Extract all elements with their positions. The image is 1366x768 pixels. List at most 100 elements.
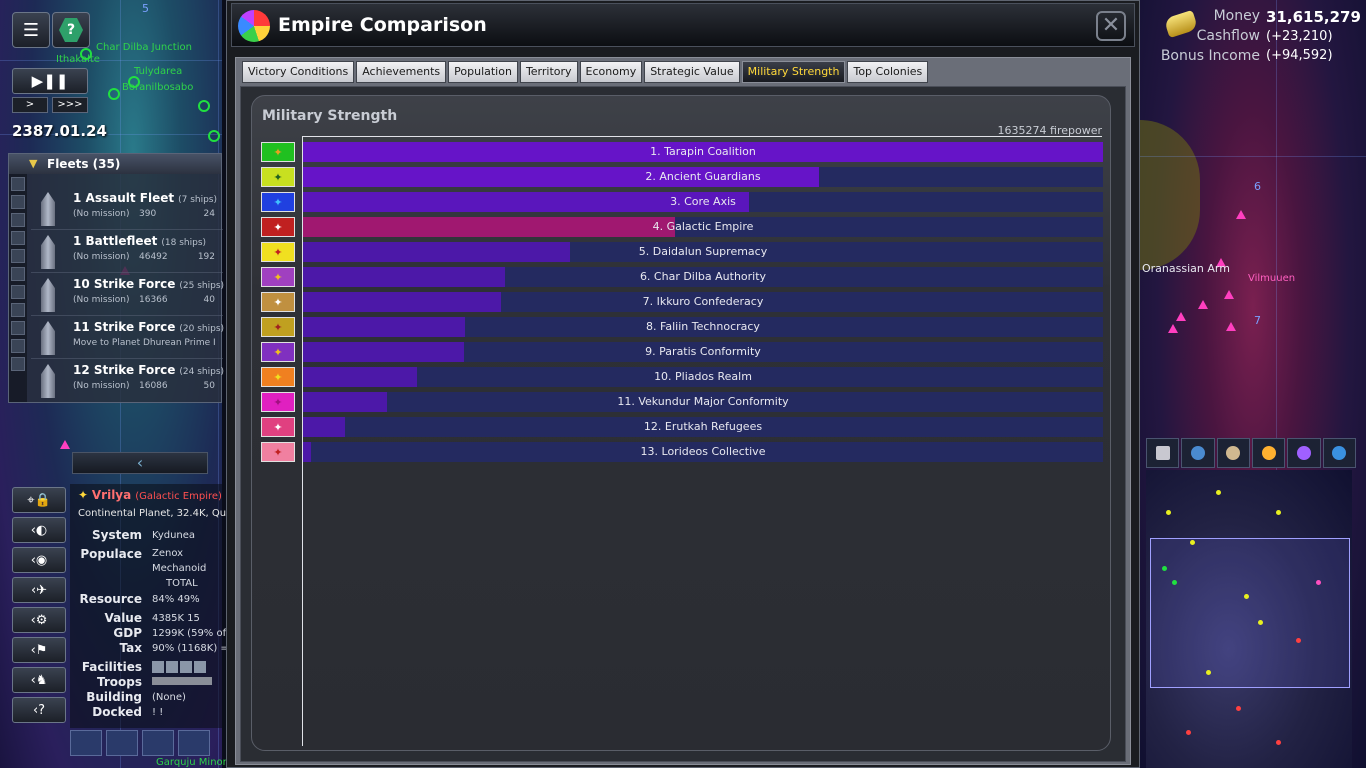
help-button[interactable]: ? [52, 12, 90, 48]
star-system-marker[interactable] [108, 88, 120, 100]
facility-icon[interactable] [194, 661, 206, 673]
minimap-viewport[interactable] [1150, 538, 1350, 688]
planet-empire[interactable]: (Galactic Empire) [135, 491, 222, 502]
galaxy-minimap[interactable] [1146, 470, 1352, 768]
fleet-list-item[interactable]: 12 Strike Force (24 ships) (No mission) 1… [31, 360, 224, 402]
settings-view-button[interactable]: ‹⚙ [12, 607, 66, 633]
help-view-button[interactable]: ‹? [12, 697, 66, 723]
enemy-fleet-marker[interactable] [1176, 312, 1186, 321]
facility-icon[interactable] [166, 661, 178, 673]
star-system-marker[interactable] [208, 130, 220, 142]
fleet-list-item[interactable]: 1 Assault Fleet (7 ships) (No mission) 39… [31, 188, 223, 230]
chart-row[interactable]: ✦ 10. Pliados Realm [261, 367, 1103, 387]
fleet-name: 10 Strike Force (25 ships) [73, 277, 224, 291]
fleet-ship-count: (18 ships) [161, 238, 207, 248]
chart-row[interactable]: ✦ 4. Galactic Empire [261, 217, 1103, 237]
star-system-marker[interactable] [198, 100, 210, 112]
chart-row[interactable]: ✦ 11. Vekundur Major Conformity [261, 392, 1103, 412]
system-value[interactable]: Kydunea [152, 530, 195, 541]
minimap-filter-tab[interactable] [1181, 438, 1215, 468]
minimap-dot [1296, 638, 1301, 643]
speed-controls: > >>> [12, 97, 88, 113]
tab-military-strength[interactable]: Military Strength [741, 61, 846, 83]
chart-row[interactable]: ✦ 3. Core Axis [261, 192, 1103, 212]
minimap-filter-tab[interactable] [1287, 438, 1321, 468]
tab-achievements[interactable]: Achievements [356, 61, 447, 83]
troops-view-button[interactable]: ‹♞ [12, 667, 66, 693]
filter-icon[interactable] [11, 321, 25, 335]
chart-row[interactable]: ✦ 13. Lorideos Collective [261, 442, 1103, 462]
minimap-filter-tab[interactable] [1251, 438, 1286, 468]
enemy-fleet-marker[interactable] [1226, 322, 1236, 331]
filter-icon[interactable] [11, 249, 25, 263]
fleet-list-item[interactable]: 1 Battlefleet (18 ships) (No mission) 464… [31, 231, 223, 273]
filter-icon[interactable] [11, 195, 25, 209]
chart-row[interactable]: ✦ 5. Daidalun Supremacy [261, 242, 1103, 262]
minimap-filter-tab[interactable] [1146, 438, 1180, 468]
chart-row[interactable]: ✦ 2. Ancient Guardians [261, 167, 1103, 187]
bonus-income-value: (+94,592) [1266, 48, 1333, 63]
ship-slot-icon[interactable] [142, 730, 174, 756]
ship-slot-icon[interactable] [106, 730, 138, 756]
minimap-filter-tab[interactable] [1216, 438, 1250, 468]
filter-icon[interactable] [11, 213, 25, 227]
tab-territory[interactable]: Territory [519, 61, 578, 83]
menu-list-icon: ☰ [22, 19, 40, 41]
fleet-list-item[interactable]: 10 Strike Force (25 ships) (No mission) 1… [31, 274, 224, 316]
tab-top-colonies[interactable]: Top Colonies [847, 61, 929, 83]
filter-icon[interactable] [11, 231, 25, 245]
filter-icon[interactable] [11, 339, 25, 353]
filter-icon[interactable] [11, 285, 25, 299]
filter-icon[interactable] [11, 303, 25, 317]
main-menu-button[interactable]: ☰ [12, 12, 50, 48]
tab-victory-conditions[interactable]: Victory Conditions [242, 61, 355, 83]
crosshair-lock-icon: ⌖🔒 [27, 492, 51, 508]
enemy-fleet-marker[interactable] [1168, 324, 1178, 333]
planet-view-button[interactable]: ‹◐ [12, 517, 66, 543]
tab-economy[interactable]: Economy [579, 61, 643, 83]
chart-row[interactable]: ✦ 7. Ikkuro Confederacy [261, 292, 1103, 312]
colony-view-button[interactable]: ‹⚑ [12, 637, 66, 663]
empire-flag-icon: ✦ [261, 242, 295, 262]
dialog-titlebar[interactable]: Empire Comparison ✕ [231, 3, 1135, 47]
speed-fast-button[interactable]: > [12, 97, 48, 113]
star-icon: ✦ [78, 488, 92, 502]
chart-row[interactable]: ✦ 12. Erutkah Refugees [261, 417, 1103, 437]
enemy-fleet-marker[interactable] [60, 440, 70, 449]
ship-slot-icon[interactable] [70, 730, 102, 756]
planet-name[interactable]: Vrilya [92, 488, 131, 502]
enemy-fleet-marker[interactable] [1198, 300, 1208, 309]
ship-view-button[interactable]: ‹✈ [12, 577, 66, 603]
play-pause-button[interactable]: ▶❚❚ [12, 68, 88, 94]
tax-value: 90% (1168K) =1 [152, 643, 236, 654]
filter-icon[interactable] [11, 267, 25, 281]
question-icon: ‹? [32, 702, 46, 718]
minimap-filter-tab[interactable] [1322, 438, 1356, 468]
target-lock-button[interactable]: ⌖🔒 [12, 487, 66, 513]
military-strength-chart: Military Strength 1635274 firepower ✦ 1. … [251, 95, 1111, 751]
enemy-fleet-marker[interactable] [1236, 210, 1246, 219]
chart-bar-label: 12. Erutkah Refugees [643, 420, 763, 433]
filter-icon[interactable] [11, 357, 25, 371]
spy-view-button[interactable]: ‹◉ [12, 547, 66, 573]
speed-faster-button[interactable]: >>> [52, 97, 88, 113]
chart-row[interactable]: ✦ 9. Paratis Conformity [261, 342, 1103, 362]
chart-row[interactable]: ✦ 8. Faliin Technocracy [261, 317, 1103, 337]
tab-strategic-value[interactable]: Strategic Value [644, 61, 740, 83]
facility-icon[interactable] [180, 661, 192, 673]
ship-slot-icon[interactable] [178, 730, 210, 756]
enemy-fleet-marker[interactable] [1224, 290, 1234, 299]
facility-icon[interactable] [152, 661, 164, 673]
panel-collapse-button[interactable]: ‹ [72, 452, 208, 474]
fleet-list-item[interactable]: 11 Strike Force (20 ships) Move to Planet… [31, 317, 224, 359]
troops-label: Troops [96, 675, 142, 689]
map-label: Char Dilba Junction [96, 42, 192, 53]
chart-row[interactable]: ✦ 1. Tarapin Coalition [261, 142, 1103, 162]
close-button[interactable]: ✕ [1096, 11, 1126, 41]
help-hex-icon: ? [59, 18, 83, 42]
chart-row[interactable]: ✦ 6. Char Dilba Authority [261, 267, 1103, 287]
fleet-list-header[interactable]: ▼ Fleets (35) [9, 154, 221, 174]
tab-population[interactable]: Population [448, 61, 518, 83]
populace-total: TOTAL [166, 578, 198, 589]
filter-icon[interactable] [11, 177, 25, 191]
